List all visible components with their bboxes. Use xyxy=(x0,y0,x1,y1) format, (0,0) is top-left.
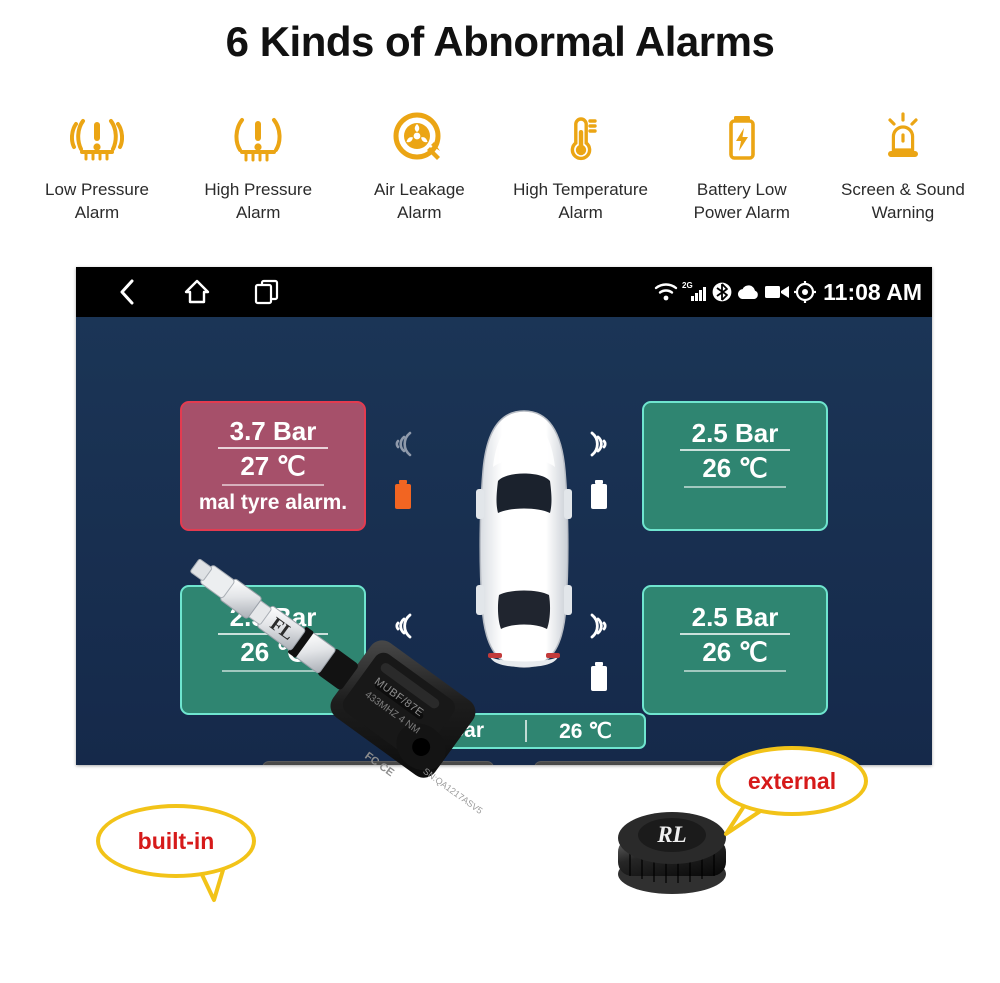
status-clock: 11:08 AM xyxy=(823,278,922,305)
nav-bar xyxy=(112,277,282,307)
feature-low-pressure: Low Pressure Alarm xyxy=(18,106,176,224)
external-callout: external xyxy=(716,746,868,816)
siren-icon xyxy=(872,106,934,168)
spare-pressure-value: Bar xyxy=(448,719,485,742)
android-status-bar: 2G 11:08 AM xyxy=(76,267,932,317)
feature-label: High Temperature Alarm xyxy=(513,180,648,222)
page-title: 6 Kinds of Abnormal Alarms xyxy=(225,18,775,65)
feature-battery-low: Battery Low Power Alarm xyxy=(663,106,821,224)
external-sensor-photo: RL xyxy=(618,812,726,894)
tyre-card-rear-left[interactable]: 2.5 Bar 26 ℃ xyxy=(180,585,366,715)
tyre-temperature-value: 26 ℃ xyxy=(222,635,324,672)
battery-low-icon xyxy=(711,106,773,168)
battery-status-icon xyxy=(394,480,412,515)
gps-icon xyxy=(794,281,817,303)
tpms-dashboard: 3.7 Bar 27 ℃ mal tyre alarm. 2.5 Bar 26 … xyxy=(76,317,932,765)
cellular-signal-icon: 2G xyxy=(682,281,708,303)
recent-apps-icon[interactable] xyxy=(252,277,282,307)
tyre-temperature-value: 27 ℃ xyxy=(222,449,324,486)
feature-high-pressure: High Pressure Alarm xyxy=(179,106,337,224)
air-leakage-icon xyxy=(388,106,450,168)
low-pressure-icon xyxy=(66,106,128,168)
video-camera-icon xyxy=(764,283,790,301)
tyre-pressure-value: 2.5 Bar xyxy=(679,602,791,635)
bluetooth-icon xyxy=(712,281,732,303)
svg-text:RL: RL xyxy=(656,822,686,847)
feature-label: Low Pressure Alarm xyxy=(45,180,149,222)
tyre-temperature-value: 26 ℃ xyxy=(684,451,786,488)
spare-temperature-value: 26 ℃ xyxy=(559,719,612,743)
tyre-pressure-value: 2.5 Bar xyxy=(217,602,329,635)
tyre-card-rear-right[interactable]: 2.5 Bar 26 ℃ xyxy=(642,585,828,715)
svg-text:SN:QA1217ASV5: SN:QA1217ASV5 xyxy=(421,766,484,816)
id-code-button[interactable]: ID code xyxy=(262,761,494,765)
feature-list: Low Pressure Alarm High Pressure Alarm A… xyxy=(18,106,982,224)
indicator-rear-left xyxy=(388,609,418,697)
feature-label: Air Leakage Alarm xyxy=(374,180,465,222)
battery-status-icon xyxy=(394,662,412,697)
tyre-alarm-message: mal tyre alarm. xyxy=(198,491,348,514)
svg-text:2G: 2G xyxy=(682,281,693,290)
feature-air-leakage: Air Leakage Alarm xyxy=(340,106,498,224)
car-top-view-illustration xyxy=(468,409,580,671)
feature-label: Battery Low Power Alarm xyxy=(693,180,790,222)
signal-waves-icon xyxy=(388,609,418,648)
indicator-front-left xyxy=(388,427,418,515)
tyre-temperature-value: 26 ℃ xyxy=(684,635,786,672)
feature-label: Screen & Sound Warning xyxy=(841,180,965,222)
indicator-rear-right xyxy=(584,609,614,697)
home-icon[interactable] xyxy=(182,277,212,307)
feature-high-temperature: High Temperature Alarm xyxy=(502,106,660,224)
wifi-icon xyxy=(654,282,678,302)
back-icon[interactable] xyxy=(112,277,142,307)
tyre-pressure-value: 2.5 Bar xyxy=(679,418,791,451)
feature-screen-sound: Screen & Sound Warning xyxy=(824,106,982,224)
status-icons: 2G 11:08 AM xyxy=(654,279,922,306)
tyre-card-front-left[interactable]: 3.7 Bar 27 ℃ mal tyre alarm. xyxy=(180,401,366,531)
signal-waves-icon xyxy=(388,427,418,466)
spare-tyre-readout[interactable]: Bar 26 ℃ xyxy=(406,713,646,749)
thermometer-icon xyxy=(550,106,612,168)
signal-waves-icon xyxy=(584,609,614,648)
battery-status-icon xyxy=(590,662,608,697)
indicator-front-right xyxy=(584,427,614,515)
signal-waves-icon xyxy=(584,427,614,466)
built-in-callout: built-in xyxy=(96,804,256,878)
tpms-setup-button[interactable]: TPMS setup xyxy=(534,761,746,765)
tyre-card-front-right[interactable]: 2.5 Bar 26 ℃ xyxy=(642,401,828,531)
cloud-icon xyxy=(736,282,760,302)
feature-label: High Pressure Alarm xyxy=(204,180,313,222)
head-unit-screen: 2G 11:08 AM 3.7 Bar 27 ℃ mal tyre alarm.… xyxy=(76,267,932,765)
high-pressure-icon xyxy=(227,106,289,168)
tyre-pressure-value: 3.7 Bar xyxy=(217,416,329,449)
battery-status-icon xyxy=(590,480,608,515)
